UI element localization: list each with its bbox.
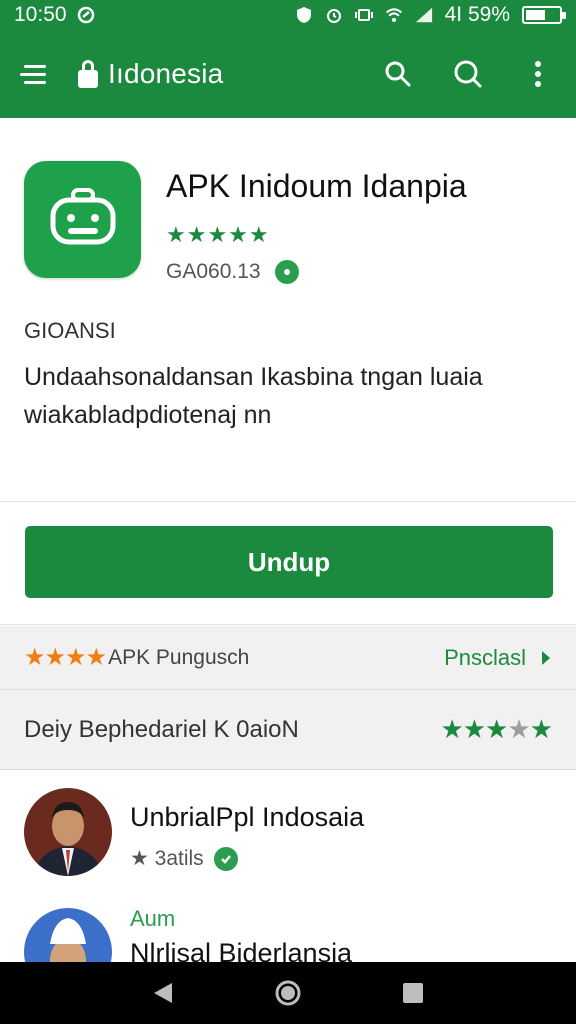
signal-icon (415, 6, 433, 24)
notification-icon (77, 6, 95, 24)
app-details-card: APK Inidoum Idanpia ★★★★★ GA060.13 GIOAN… (0, 118, 576, 502)
status-bar: 10:50 4I 59% (0, 0, 576, 30)
list-item-title: UnbrialPpl Indosaia (130, 802, 365, 832)
avatar (24, 788, 112, 876)
section-label: GIOANSI (24, 318, 116, 343)
battery-percent: 4I 59% (444, 3, 510, 26)
app-version: GA060.13 (166, 260, 261, 283)
stars-last: ★ (529, 714, 553, 744)
wifi-icon (385, 6, 403, 24)
stars-full: ★★★ (440, 714, 508, 744)
list-item-title: Nlrlisal Biderlansia (130, 938, 353, 962)
list-item[interactable]: UnbrialPpl Indosaia ★ 3atils (0, 788, 576, 888)
list-item[interactable]: Aum Nlrlisal Biderlansia (0, 900, 576, 962)
app-bar: Iıdonesia (0, 30, 576, 118)
avatar (24, 908, 112, 962)
verified-icon (274, 260, 299, 284)
app-icon (24, 161, 141, 278)
rating-label: APK Pungusch (108, 645, 250, 669)
verified-icon (213, 846, 238, 871)
developer-row[interactable]: Deiy Bephedariel K 0aioN ★★★★★ (0, 690, 576, 770)
app-bar-title: Iıdonesia (108, 58, 224, 89)
list-item-subtitle: ★ 3atils (130, 847, 204, 870)
description-line: wiakabladpdiotenaj nn (24, 401, 272, 429)
shield-icon (295, 6, 313, 24)
developer-rating-stars: ★★★★★ (440, 714, 553, 745)
rating-link[interactable]: Pnsclasl (444, 645, 552, 671)
status-time: 10:50 (14, 3, 67, 26)
chevron-right-icon (542, 650, 550, 665)
system-nav-bar (0, 962, 576, 1024)
search-icon[interactable] (380, 56, 416, 92)
battery-icon (522, 6, 566, 24)
rating-row[interactable]: ★★★★ APK Pungusch Pnsclasl (0, 626, 576, 690)
vibrate-icon (354, 6, 373, 24)
download-button[interactable]: Undup (25, 526, 553, 598)
search-icon[interactable] (450, 56, 486, 92)
download-area: Undup (0, 503, 576, 625)
back-icon[interactable] (143, 973, 183, 1013)
home-icon[interactable] (268, 973, 308, 1013)
rating-link-label: Pnsclasl (444, 644, 526, 670)
recents-icon[interactable] (393, 973, 433, 1013)
alarm-icon (325, 6, 343, 24)
lock-icon (78, 60, 98, 88)
app-name: APK Inidoum Idanpia (166, 168, 467, 204)
list-item-tag: Aum (130, 906, 176, 931)
menu-icon[interactable] (20, 56, 56, 92)
developer-label: Deiy Bephedariel K 0aioN (24, 715, 299, 743)
app-rating-stars: ★★★★★ (166, 222, 270, 247)
app-description: Undaahsonaldansan Ikasbina tngan luaia w… (24, 358, 544, 434)
rating-stars: ★★★★ (24, 644, 107, 671)
description-line: Undaahsonaldansan Ikasbina tngan luaia (24, 363, 483, 391)
related-list: UnbrialPpl Indosaia ★ 3atils Aum Nlrlisa… (0, 770, 576, 962)
more-vert-icon[interactable] (520, 56, 556, 92)
stars-dim: ★ (507, 714, 530, 744)
